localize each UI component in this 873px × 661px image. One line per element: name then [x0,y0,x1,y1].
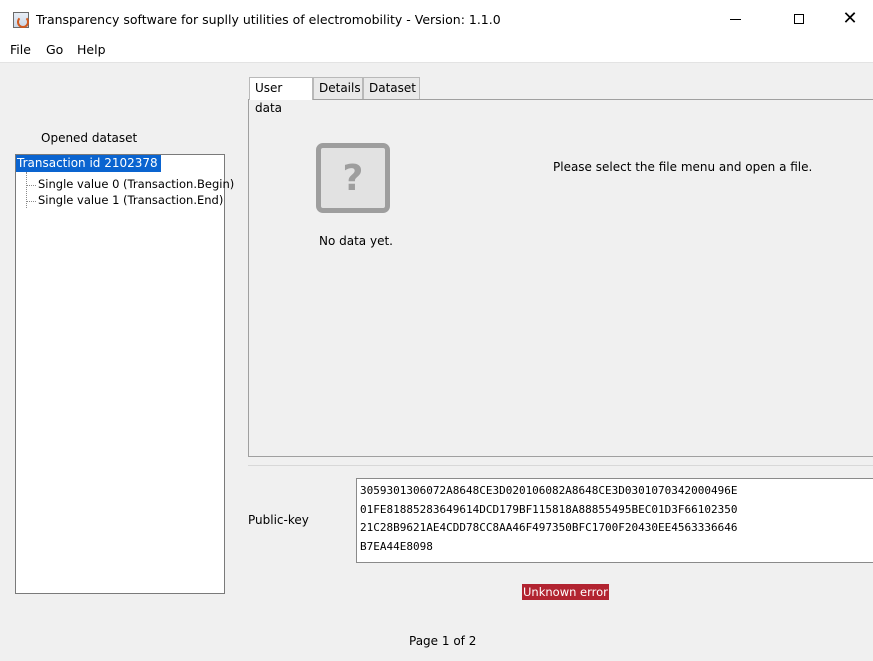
opened-dataset-label: Opened dataset [41,131,138,145]
window-title: Transparency software for suplly utiliti… [36,12,501,27]
title-bar: Transparency software for suplly utiliti… [0,0,873,38]
tree-connector [26,185,36,186]
tree-connector [26,201,36,202]
public-key-field[interactable]: 3059301306072A8648CE3D020106082A8648CE3D… [356,478,873,563]
public-key-label: Public-key [248,513,309,527]
close-button[interactable]: ✕ [827,0,873,38]
tree-item-single-value-0[interactable]: Single value 0 (Transaction.Begin) [38,177,234,192]
public-key-line: 3059301306072A8648CE3D020106082A8648CE3D… [360,484,738,497]
dataset-tree[interactable]: Transaction id 2102378 Single value 0 (T… [15,154,234,594]
tree-connector [26,172,27,208]
tab-user-data[interactable]: User data [249,77,313,115]
no-data-text: No data yet. [319,234,393,248]
public-key-line: 21C28B9621AE4CDD78CC8AA46F497350BFC1700F… [360,521,738,534]
instruction-text: Please select the file menu and open a f… [553,160,813,174]
close-icon: ✕ [842,8,858,29]
page-indicator: Page 1 of 2 [409,634,477,648]
menu-go[interactable]: Go [46,42,63,57]
menu-bar: File Go Help [0,38,873,63]
java-app-icon [13,12,29,28]
public-key-section: Public-key 3059301306072A8648CE3D0201060… [248,465,873,563]
minimize-icon [729,18,741,20]
question-mark-icon: ? [316,143,390,213]
tab-details[interactable]: Details [313,77,363,99]
tab-dataset[interactable]: Dataset [363,77,420,99]
maximize-button[interactable] [776,0,822,38]
menu-file[interactable]: File [10,42,31,57]
minimize-button[interactable] [712,0,758,38]
public-key-line: B7EA44E8098 [360,539,433,553]
tree-item-single-value-1[interactable]: Single value 1 (Transaction.End) [38,193,223,208]
public-key-line: 01FE81885283649614DCD179BF115818A8885549… [360,502,738,516]
user-data-panel: ? No data yet. Please select the file me… [248,99,873,457]
menu-help[interactable]: Help [77,42,106,57]
maximize-icon [794,14,804,24]
error-status-badge: Unknown error [522,584,609,600]
tree-root-transaction[interactable]: Transaction id 2102378 [16,155,161,172]
